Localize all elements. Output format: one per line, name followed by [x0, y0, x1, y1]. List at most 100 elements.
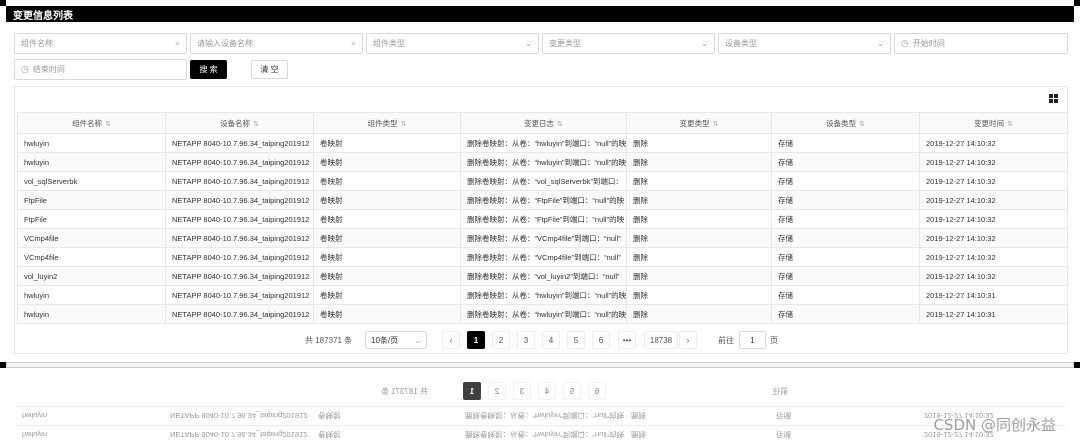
- watermark: CSDN @同创永益: [933, 416, 1056, 434]
- component-type-select[interactable]: 组件类型 ⌄: [366, 33, 539, 54]
- page-button[interactable]: 2: [492, 331, 510, 349]
- table-cell: NETAPP 8040-10.7.96.34_taiping201912: [165, 228, 314, 248]
- cell: 删除卷映射：从卷：“hwluyin”到端口：“null”的映: [465, 411, 625, 421]
- column-label: 设备名称: [220, 118, 251, 128]
- table-cell: 存储: [771, 247, 920, 267]
- clock-icon: ◷: [901, 38, 909, 48]
- search-button[interactable]: 搜 索: [190, 60, 227, 79]
- table-row[interactable]: VCmp4file NETAPP 8040-10.7.96.34_taiping2…: [17, 228, 1068, 248]
- goto-label: 前往: [772, 387, 788, 396]
- table-cell: NETAPP 8040-10.7.96.34_taiping201912: [165, 285, 314, 305]
- table-cell: 存储: [771, 171, 920, 191]
- table-cell: 删除卷映射：从卷：“FtpFile”到端口：“null”的映: [460, 190, 627, 210]
- placeholder: 变更类型: [549, 39, 581, 48]
- prev-page-button[interactable]: ‹: [442, 331, 460, 349]
- table-cell: 删除: [626, 152, 772, 172]
- table-header-row: 组件名称 ⇅ 设备名称 ⇅ 组件类型 ⇅ 变更日志 ⇅ 变更类型 ⇅ 设备类型 ⇅ 变更时间…: [17, 112, 1068, 134]
- table-cell: 2019-12-27 14:10:32: [919, 133, 1068, 153]
- total-count: 共 187371 条: [305, 335, 353, 345]
- table-cell: 删除: [626, 171, 772, 191]
- table-row[interactable]: VCmp4file NETAPP 8040-10.7.96.34_taiping2…: [17, 247, 1068, 267]
- table-cell: 卷映射: [313, 152, 461, 172]
- column-header[interactable]: 组件类型 ⇅: [313, 112, 461, 134]
- table-cell: 2019-12-27 14:10:32: [919, 266, 1068, 286]
- device-name-input[interactable]: 请输入设备名称 ⌕: [190, 33, 363, 54]
- sort-icon[interactable]: ⇅: [253, 121, 259, 128]
- column-header[interactable]: 设备名称 ⇅: [165, 112, 314, 134]
- table-row[interactable]: FtpFile NETAPP 8040-10.7.96.34_taiping201…: [17, 209, 1068, 229]
- start-time-picker[interactable]: ◷ 开始时间: [894, 33, 1068, 54]
- table-cell: 删除卷映射：从卷：“VCmp4file”到端口：“null”: [460, 247, 627, 267]
- more-pages-button[interactable]: •••: [618, 331, 636, 349]
- table-cell: NETAPP 8040-10.7.96.34_taiping201912: [165, 304, 314, 324]
- table-cell: hwluyin: [17, 133, 166, 153]
- table-row[interactable]: hwluyin NETAPP 8040-10.7.96.34_taiping201…: [17, 285, 1068, 305]
- table-cell: 2019-12-27 14:10:31: [919, 285, 1068, 305]
- scrollbar-track[interactable]: [6, 362, 1074, 368]
- table-cell: 2019-12-27 14:10:32: [919, 171, 1068, 191]
- table-row[interactable]: vol_luyin2 NETAPP 8040-10.7.96.34_taiping…: [17, 266, 1068, 286]
- cell: 存储: [776, 411, 791, 421]
- table-cell: 删除卷映射：从卷：“vol_luyin2”到端口：“null”: [460, 266, 627, 286]
- table-cell: 删除: [626, 209, 772, 229]
- table-row[interactable]: hwluyin NETAPP 8040-10.7.96.34_taiping201…: [17, 152, 1068, 172]
- table-cell: 存储: [771, 304, 920, 324]
- table-row[interactable]: FtpFile NETAPP 8040-10.7.96.34_taiping201…: [17, 190, 1068, 210]
- sort-icon[interactable]: ⇅: [401, 121, 407, 128]
- chevron-down-icon: ⌄: [876, 38, 884, 48]
- change-type-select[interactable]: 变更类型 ⌄: [542, 33, 715, 54]
- table-cell: 删除: [626, 266, 772, 286]
- column-header[interactable]: 变更类型 ⇅: [626, 112, 772, 134]
- table-row[interactable]: hwluyin NETAPP 8040-10.7.96.34_taiping201…: [17, 304, 1068, 324]
- page-button[interactable]: 3: [517, 331, 535, 349]
- table-cell: 删除: [626, 228, 772, 248]
- table-cell: 2019-12-27 14:10:32: [919, 190, 1068, 210]
- table-row[interactable]: vol_sqlServerbk NETAPP 8040-10.7.96.34_ta…: [17, 171, 1068, 191]
- column-settings-icon[interactable]: [1049, 94, 1058, 103]
- column-header[interactable]: 变更时间 ⇅: [919, 112, 1068, 134]
- sort-icon[interactable]: ⇅: [105, 121, 111, 128]
- table-cell: 2019-12-27 14:10:32: [919, 247, 1068, 267]
- goto-page-input[interactable]: 1: [739, 331, 766, 349]
- table-cell: 删除卷映射：从卷：“hwluyin”到端口：“null”的映: [460, 152, 627, 172]
- cell: 删除: [631, 430, 646, 440]
- page-button[interactable]: 5: [567, 331, 585, 349]
- cell: 存储: [776, 430, 791, 440]
- corner-mark: [0, 0, 6, 6]
- column-header[interactable]: 组件名称 ⇅: [17, 112, 166, 134]
- table-cell: 存储: [771, 152, 920, 172]
- column-header[interactable]: 变更日志 ⇅: [460, 112, 627, 134]
- table-cell: NETAPP 8040-10.7.96.34_taiping201912: [165, 152, 314, 172]
- column-label: 组件类型: [367, 118, 398, 128]
- table-cell: 卷映射: [313, 190, 461, 210]
- chevron-down-icon: ⌄: [700, 38, 708, 48]
- sort-icon[interactable]: ⇅: [859, 121, 865, 128]
- sort-icon[interactable]: ⇅: [713, 121, 719, 128]
- cell: 卷映射: [318, 430, 341, 440]
- reflection-area: 1 2 3 4 5 6 共 187371 条 前往 hwluyin NETAPP…: [14, 374, 1068, 441]
- table-row[interactable]: hwluyin NETAPP 8040-10.7.96.34_taiping201…: [17, 133, 1068, 153]
- sort-icon[interactable]: ⇅: [1007, 121, 1013, 128]
- column-header[interactable]: 设备类型 ⇅: [771, 112, 920, 134]
- component-name-input[interactable]: 组件名称 ⌕: [14, 33, 187, 54]
- page-button[interactable]: 4: [542, 331, 560, 349]
- page-title-text: 变更信息列表: [13, 10, 73, 22]
- next-page-button[interactable]: ›: [679, 331, 697, 349]
- table-cell: 删除卷映射：从卷：“VCmp4file”到端口：“null”: [460, 228, 627, 248]
- last-page-button[interactable]: 18738: [644, 331, 678, 349]
- cell: hwluyin: [22, 411, 48, 421]
- table-cell: hwluyin: [17, 285, 166, 305]
- page-button: 2: [488, 382, 506, 400]
- table-cell: 删除: [626, 285, 772, 305]
- page-button[interactable]: 6: [592, 331, 610, 349]
- sort-icon[interactable]: ⇅: [557, 121, 563, 128]
- end-time-picker[interactable]: ◷ 结束时间: [14, 59, 187, 80]
- placeholder: 结束时间: [32, 65, 65, 74]
- page-button[interactable]: 1: [467, 331, 485, 349]
- device-type-select[interactable]: 设备类型 ⌄: [718, 33, 891, 54]
- table-cell: 存储: [771, 266, 920, 286]
- corner-mark: [1074, 362, 1080, 368]
- clear-button[interactable]: 清 空: [251, 60, 288, 79]
- placeholder: 设备类型: [725, 39, 757, 48]
- page-size-select[interactable]: 10条/页 ⌄: [365, 331, 427, 349]
